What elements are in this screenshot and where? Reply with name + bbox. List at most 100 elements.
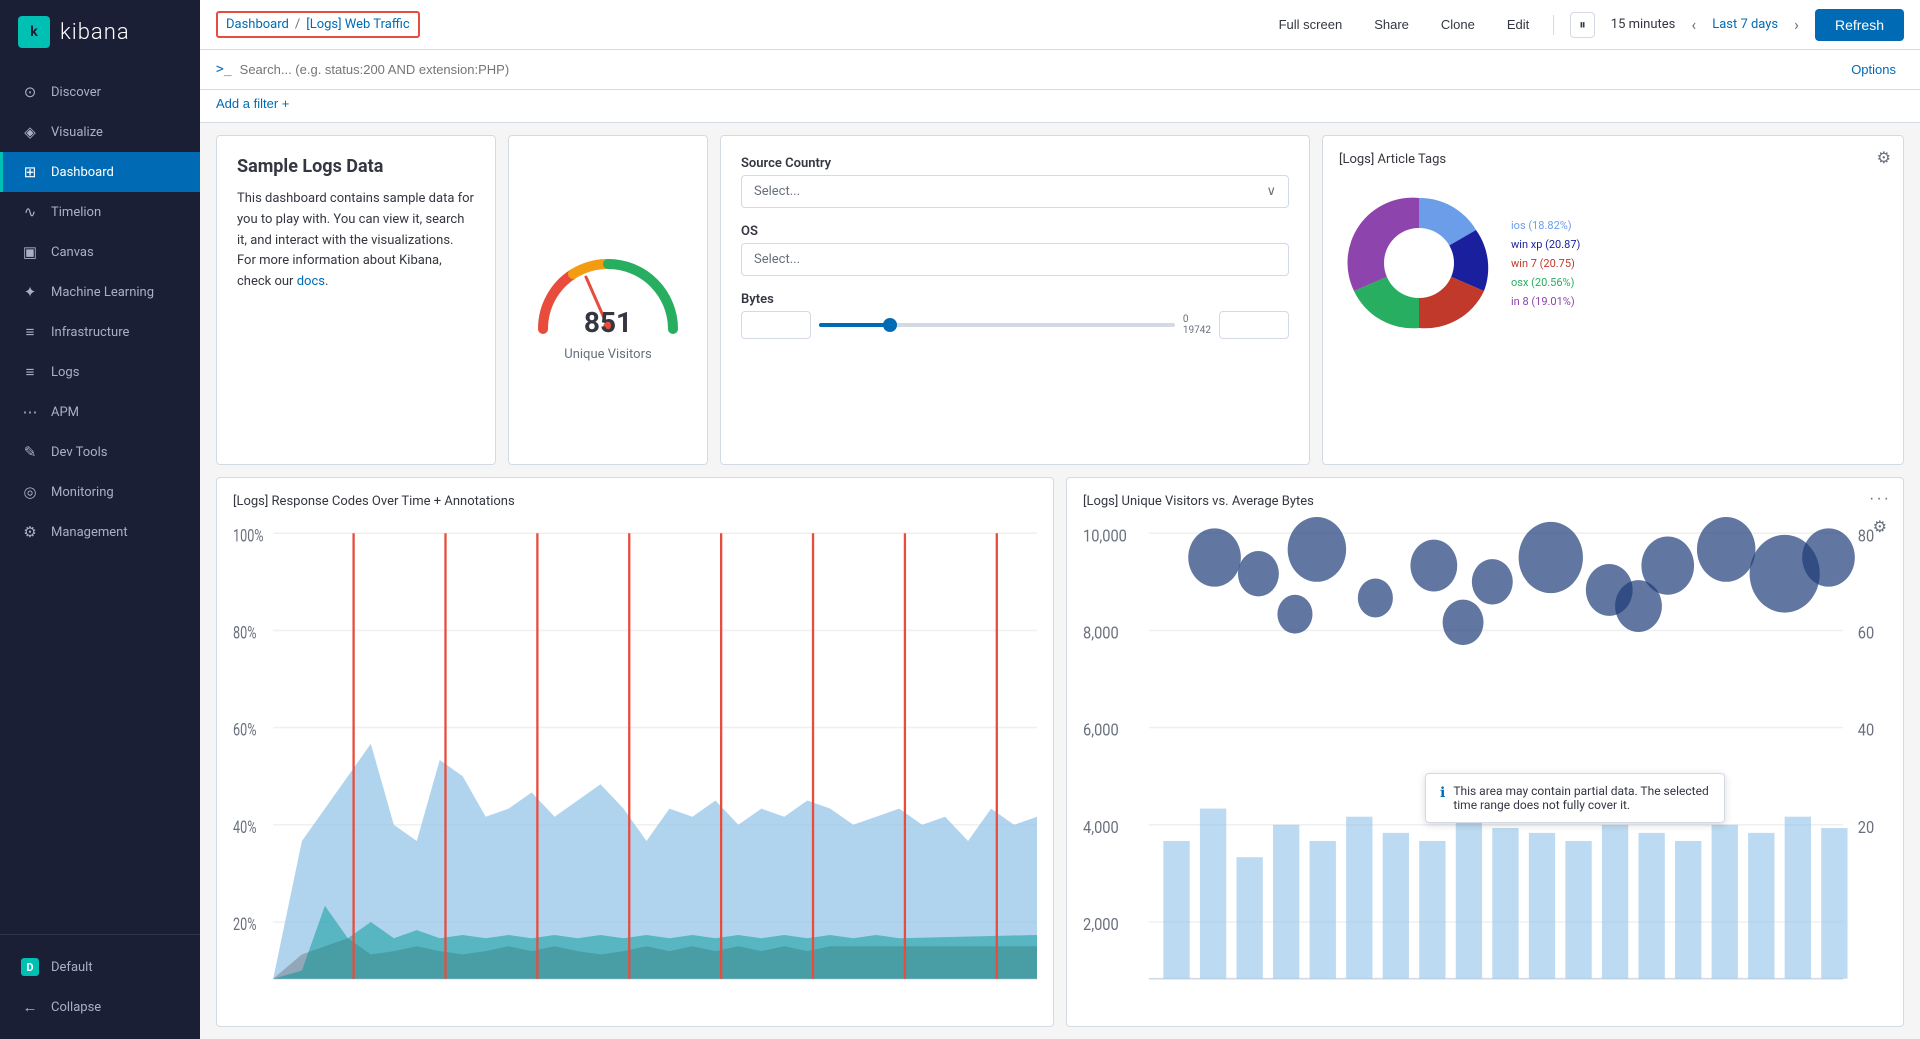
svg-text:20%: 20% [233,914,256,935]
unique-visitors-panel: [Logs] Unique Visitors vs. Average Bytes… [1066,477,1904,1027]
response-codes-chart: 100% 80% 60% 40% 20% [233,517,1037,1003]
svg-text:100%: 100% [233,525,264,546]
svg-text:40%: 40% [233,817,256,838]
slider-zero: 0 [1183,314,1211,325]
next-arrow[interactable]: › [1794,15,1799,34]
refresh-button[interactable]: Refresh [1815,9,1904,41]
bytes-min-input[interactable] [741,311,811,339]
sidebar-item-timelion[interactable]: ∿ Timelion [0,192,200,232]
management-icon: ⚙ [21,523,39,541]
fullscreen-button[interactable]: Full screen [1271,13,1351,36]
sidebar-item-infrastructure[interactable]: ≡ Infrastructure [0,312,200,352]
os-label: OS [741,224,1289,239]
sidebar-item-visualize[interactable]: ◈ Visualize [0,112,200,152]
response-codes-panel: [Logs] Response Codes Over Time + Annota… [216,477,1054,1027]
clone-button[interactable]: Clone [1433,13,1483,36]
tag-label-osx: osx (20.56%) [1511,276,1580,289]
edit-button[interactable]: Edit [1499,13,1537,36]
donut-container: ios (18.82%) win xp (20.87) win 7 (20.75… [1339,175,1887,351]
pause-button[interactable]: ⏸ [1570,12,1595,38]
svg-text:8,000: 8,000 [1083,624,1119,643]
slider-max: 19742 [1183,325,1211,336]
sidebar-item-label: Visualize [51,125,103,140]
sidebar-item-management[interactable]: ⚙ Management [0,512,200,552]
source-country-placeholder: Select... [754,184,800,199]
search-options-button[interactable]: Options [1843,58,1904,81]
sidebar-item-label: Dev Tools [51,445,107,460]
sidebar-item-discover[interactable]: ⊙ Discover [0,72,200,112]
sidebar-item-default[interactable]: D Default [0,947,200,987]
collapse-icon: ← [21,998,39,1016]
timelion-icon: ∿ [21,203,39,221]
share-button[interactable]: Share [1366,13,1417,36]
bytes-max-input[interactable] [1219,311,1289,339]
sidebar-item-label: Timelion [51,205,101,220]
chevron-down-icon: ∨ [1266,184,1276,199]
sidebar-nav: ⊙ Discover ◈ Visualize ⊞ Dashboard ∿ Tim… [0,64,200,934]
breadcrumb-separator: / [295,17,300,32]
scatter-chart-svg: 10,000 8,000 6,000 4,000 2,000 80 60 40 … [1083,517,1887,1003]
gear-icon[interactable]: ⚙ [1877,148,1891,167]
tag-label-ios: ios (18.82%) [1511,219,1580,232]
sidebar-item-machine-learning[interactable]: ✦ Machine Learning [0,272,200,312]
topbar-actions: Full screen Share Clone Edit ⏸ 15 minute… [1271,9,1904,41]
sidebar-item-canvas[interactable]: ▣ Canvas [0,232,200,272]
add-filter-button[interactable]: Add a filter + [216,96,289,111]
sidebar-item-monitoring[interactable]: ◎ Monitoring [0,472,200,512]
breadcrumb-parent[interactable]: Dashboard [226,17,289,32]
scatter-chart: ℹ This area may contain partial data. Th… [1083,517,1887,1003]
sidebar-item-apm[interactable]: ⋯ APM [0,392,200,432]
filters-panel: Source Country Select... ∨ OS Select... … [720,135,1310,465]
bytes-slider-fill [819,323,890,327]
sample-logs-text: This dashboard contains sample data for … [237,189,475,293]
gear-corner-icon[interactable]: ⚙ [1873,517,1887,536]
sidebar-logo: k kibana [0,0,200,64]
sidebar-item-collapse[interactable]: ← Collapse [0,987,200,1027]
svg-text:40: 40 [1858,721,1874,740]
infra-icon: ≡ [21,323,39,341]
main-content: Dashboard / [Logs] Web Traffic Full scre… [200,0,1920,1039]
sidebar-item-label: Dashboard [51,165,114,180]
sidebar-item-dashboard[interactable]: ⊞ Dashboard [0,152,200,192]
sidebar-item-label: Default [51,960,93,975]
bytes-slider-track[interactable] [819,323,1175,327]
sample-logs-panel: Sample Logs Data This dashboard contains… [216,135,496,465]
svg-text:80%: 80% [233,622,256,643]
prev-arrow[interactable]: ‹ [1691,15,1696,34]
tooltip-text: This area may contain partial data. The … [1453,784,1710,812]
sample-logs-title: Sample Logs Data [237,156,475,177]
topbar: Dashboard / [Logs] Web Traffic Full scre… [200,0,1920,50]
bytes-track-labels: 0 19742 [1183,314,1211,336]
last-days-selector[interactable]: Last 7 days [1712,17,1778,32]
docs-link[interactable]: docs [297,274,325,289]
source-country-select[interactable]: Select... ∨ [741,175,1289,208]
sidebar-item-label: Management [51,525,128,540]
sidebar-bottom: D Default ← Collapse [0,934,200,1039]
tag-label-winxp: win xp (20.87) [1511,238,1580,251]
search-prompt: >_ [216,62,232,77]
search-input[interactable] [240,62,1836,77]
svg-text:10,000: 10,000 [1083,527,1127,546]
sidebar-item-logs[interactable]: ≡ Logs [0,352,200,392]
filterbar: Add a filter + [200,90,1920,123]
sidebar-item-label: Monitoring [51,485,114,500]
sidebar-item-devtools[interactable]: ✎ Dev Tools [0,432,200,472]
sidebar-item-label: APM [51,405,79,420]
bytes-slider-thumb[interactable] [883,318,897,332]
sidebar-item-label: Logs [51,365,79,380]
gauge-container: 851 [528,239,688,339]
bytes-group: Bytes 0 19742 [741,292,1289,339]
tag-label-in8: in 8 (19.01%) [1511,295,1580,308]
response-codes-title: [Logs] Response Codes Over Time + Annota… [233,494,1037,509]
tag-label-win7: win 7 (20.75) [1511,257,1580,270]
svg-text:4,000: 4,000 [1083,818,1119,837]
svg-text:60: 60 [1858,624,1874,643]
bytes-label: Bytes [741,292,1289,307]
breadcrumb-current[interactable]: [Logs] Web Traffic [306,17,409,32]
sidebar: k kibana ⊙ Discover ◈ Visualize ⊞ Dashbo… [0,0,200,1039]
panel-menu-button[interactable]: ··· [1869,490,1891,508]
os-select[interactable]: Select... [741,243,1289,276]
kibana-logo-text: kibana [60,20,130,45]
os-group: OS Select... [741,224,1289,276]
article-tags-panel: [Logs] Article Tags ⚙ [1322,135,1904,465]
